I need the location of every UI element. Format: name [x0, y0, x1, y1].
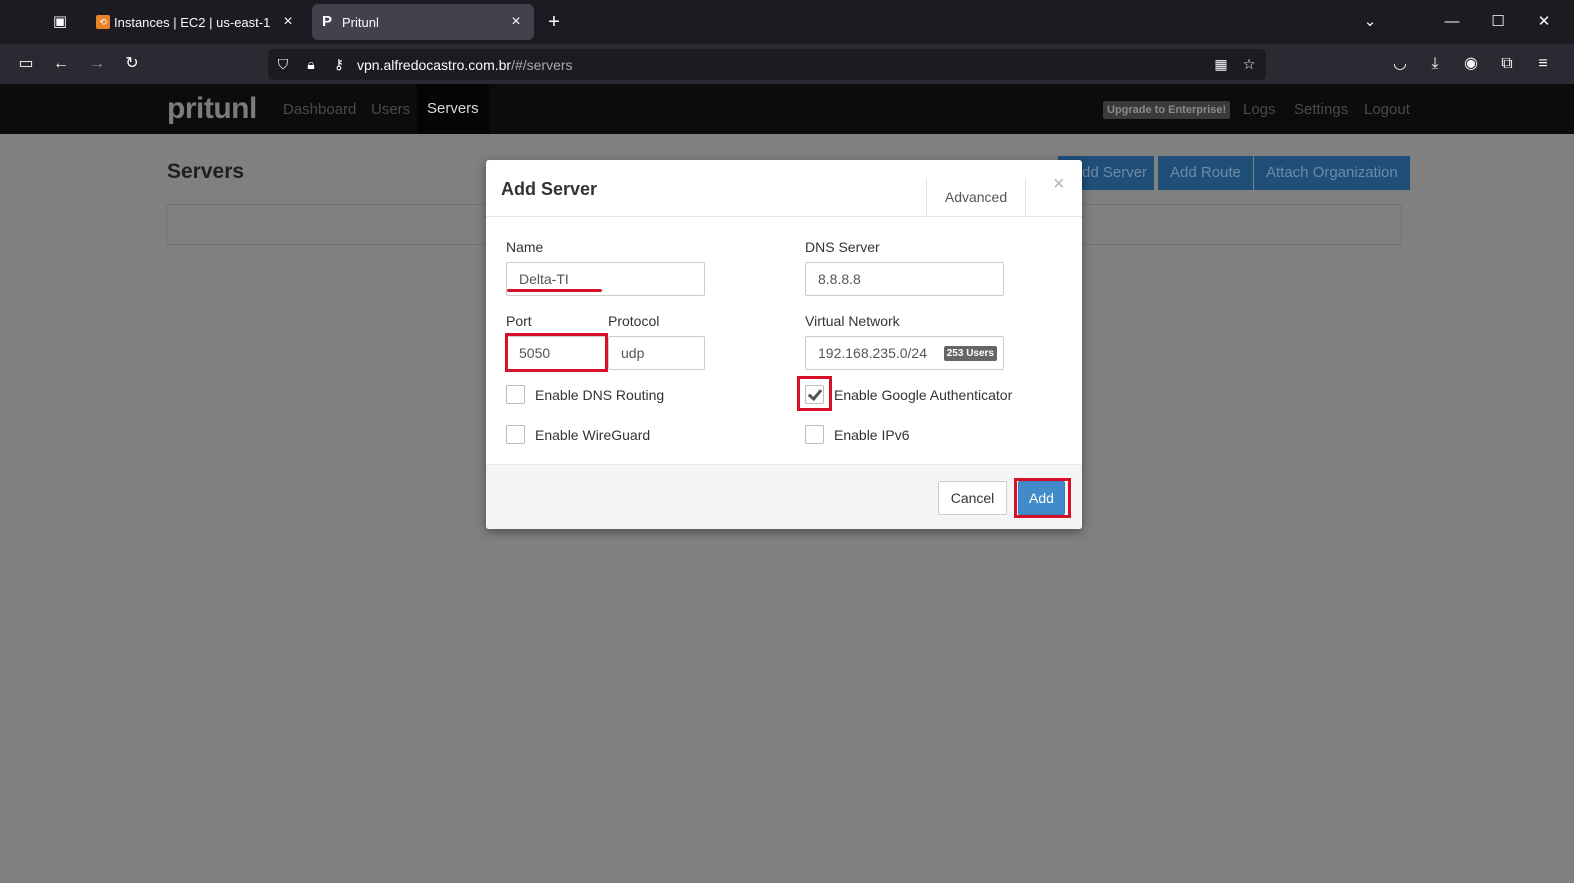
dns-routing-label[interactable]: Enable DNS Routing [535, 387, 664, 403]
pritunl-icon: P [322, 13, 333, 30]
users-badge: 253 Users [943, 346, 997, 361]
google-auth-highlight-box [797, 376, 832, 411]
google-authenticator-label[interactable]: Enable Google Authenticator [834, 387, 1012, 403]
add-button-highlight-box [1014, 478, 1071, 518]
nav-dashboard[interactable]: Dashboard [283, 101, 356, 118]
nav-logs[interactable]: Logs [1243, 101, 1276, 118]
add-route-button[interactable]: Add Route [1158, 156, 1253, 190]
url-text[interactable]: vpn.alfredocastro.com.br/#/servers [357, 57, 573, 73]
dns-server-field[interactable] [805, 262, 1004, 296]
ipv6-checkbox[interactable] [805, 425, 824, 444]
name-highlight-underline [507, 289, 602, 292]
tab-ec2[interactable]: ⟲ Instances | EC2 | us-east-1 × [84, 4, 306, 40]
modal-header: Add Server Advanced × [486, 160, 1082, 217]
tab-title: Pritunl [342, 15, 379, 30]
new-tab-button[interactable]: + [542, 10, 566, 34]
wireguard-label[interactable]: Enable WireGuard [535, 427, 650, 443]
shield-icon[interactable]: ⛉ [272, 53, 294, 75]
wireguard-checkbox[interactable] [506, 425, 525, 444]
tab-title: Instances | EC2 | us-east-1 [114, 15, 271, 30]
chevron-down-icon[interactable]: ⌄ [1358, 10, 1382, 34]
extensions-icon[interactable]: ⧉ [1495, 52, 1519, 76]
port-highlight-box [505, 333, 608, 372]
modal-title: Add Server [501, 179, 598, 199]
forward-icon[interactable]: → [85, 52, 109, 76]
pocket-icon[interactable]: ◡ [1388, 52, 1412, 76]
close-tab-icon[interactable]: × [506, 12, 526, 32]
nav-logout[interactable]: Logout [1364, 101, 1410, 118]
back-icon[interactable]: ← [49, 52, 73, 76]
browser-tab-bar: ▣ ⟲ Instances | EC2 | us-east-1 × P Prit… [0, 0, 1574, 44]
minimize-icon[interactable]: — [1440, 10, 1464, 34]
aws-icon: ⟲ [96, 15, 110, 29]
page-title: Servers [167, 160, 245, 183]
virtual-network-label: Virtual Network [805, 313, 900, 329]
menu-icon[interactable]: ≡ [1531, 52, 1555, 76]
cancel-button[interactable]: Cancel [938, 481, 1007, 515]
tab-pritunl[interactable]: P Pritunl × [312, 4, 534, 40]
ipv6-label[interactable]: Enable IPv6 [834, 427, 910, 443]
virtual-network-field[interactable]: 253 Users [805, 336, 1004, 370]
sidebar-icon[interactable]: ▭ [14, 52, 38, 76]
account-icon[interactable]: ◉ [1459, 52, 1483, 76]
protocol-label: Protocol [608, 313, 660, 329]
page: pritunl Dashboard Users Servers Upgrade … [0, 84, 1574, 883]
url-bar[interactable]: ⛉ 🔒︎ ⚷ vpn.alfredocastro.com.br/#/server… [268, 49, 1266, 80]
dns-server-input[interactable] [806, 263, 1003, 295]
protocol-input[interactable] [609, 337, 704, 369]
modal-footer: Cancel Add [486, 464, 1082, 529]
download-icon[interactable]: ⤓ [1423, 52, 1447, 76]
name-label: Name [506, 239, 544, 255]
advanced-tab[interactable]: Advanced [926, 178, 1026, 217]
maximize-icon[interactable]: ☐ [1486, 10, 1510, 34]
attach-organization-button[interactable]: Attach Organization [1254, 156, 1410, 190]
brand-logo[interactable]: pritunl [167, 92, 257, 126]
dns-routing-checkbox[interactable] [506, 385, 525, 404]
app-navbar: pritunl Dashboard Users Servers Upgrade … [0, 84, 1574, 134]
nav-users[interactable]: Users [371, 101, 410, 118]
close-icon[interactable]: × [1053, 173, 1065, 196]
close-tab-icon[interactable]: × [278, 12, 298, 32]
reload-icon[interactable]: ↻ [120, 52, 144, 76]
key-icon[interactable]: ⚷ [328, 53, 350, 75]
upgrade-button[interactable]: Upgrade to Enterprise! [1103, 101, 1231, 119]
protocol-select[interactable] [608, 336, 705, 370]
star-icon[interactable]: ☆ [1238, 53, 1260, 75]
browser-nav-bar: ▭ ← → ↻ ⛉ 🔒︎ ⚷ vpn.alfredocastro.com.br/… [0, 44, 1574, 84]
dns-server-label: DNS Server [805, 239, 880, 255]
nav-servers[interactable]: Servers [417, 84, 489, 134]
close-window-icon[interactable]: ✕ [1532, 10, 1556, 34]
lock-icon[interactable]: 🔒︎ [300, 53, 322, 75]
tab-list-icon[interactable]: ▣ [46, 9, 74, 35]
qr-code-icon[interactable]: ▦ [1210, 53, 1232, 75]
nav-settings[interactable]: Settings [1294, 101, 1348, 118]
port-label: Port [506, 313, 532, 329]
